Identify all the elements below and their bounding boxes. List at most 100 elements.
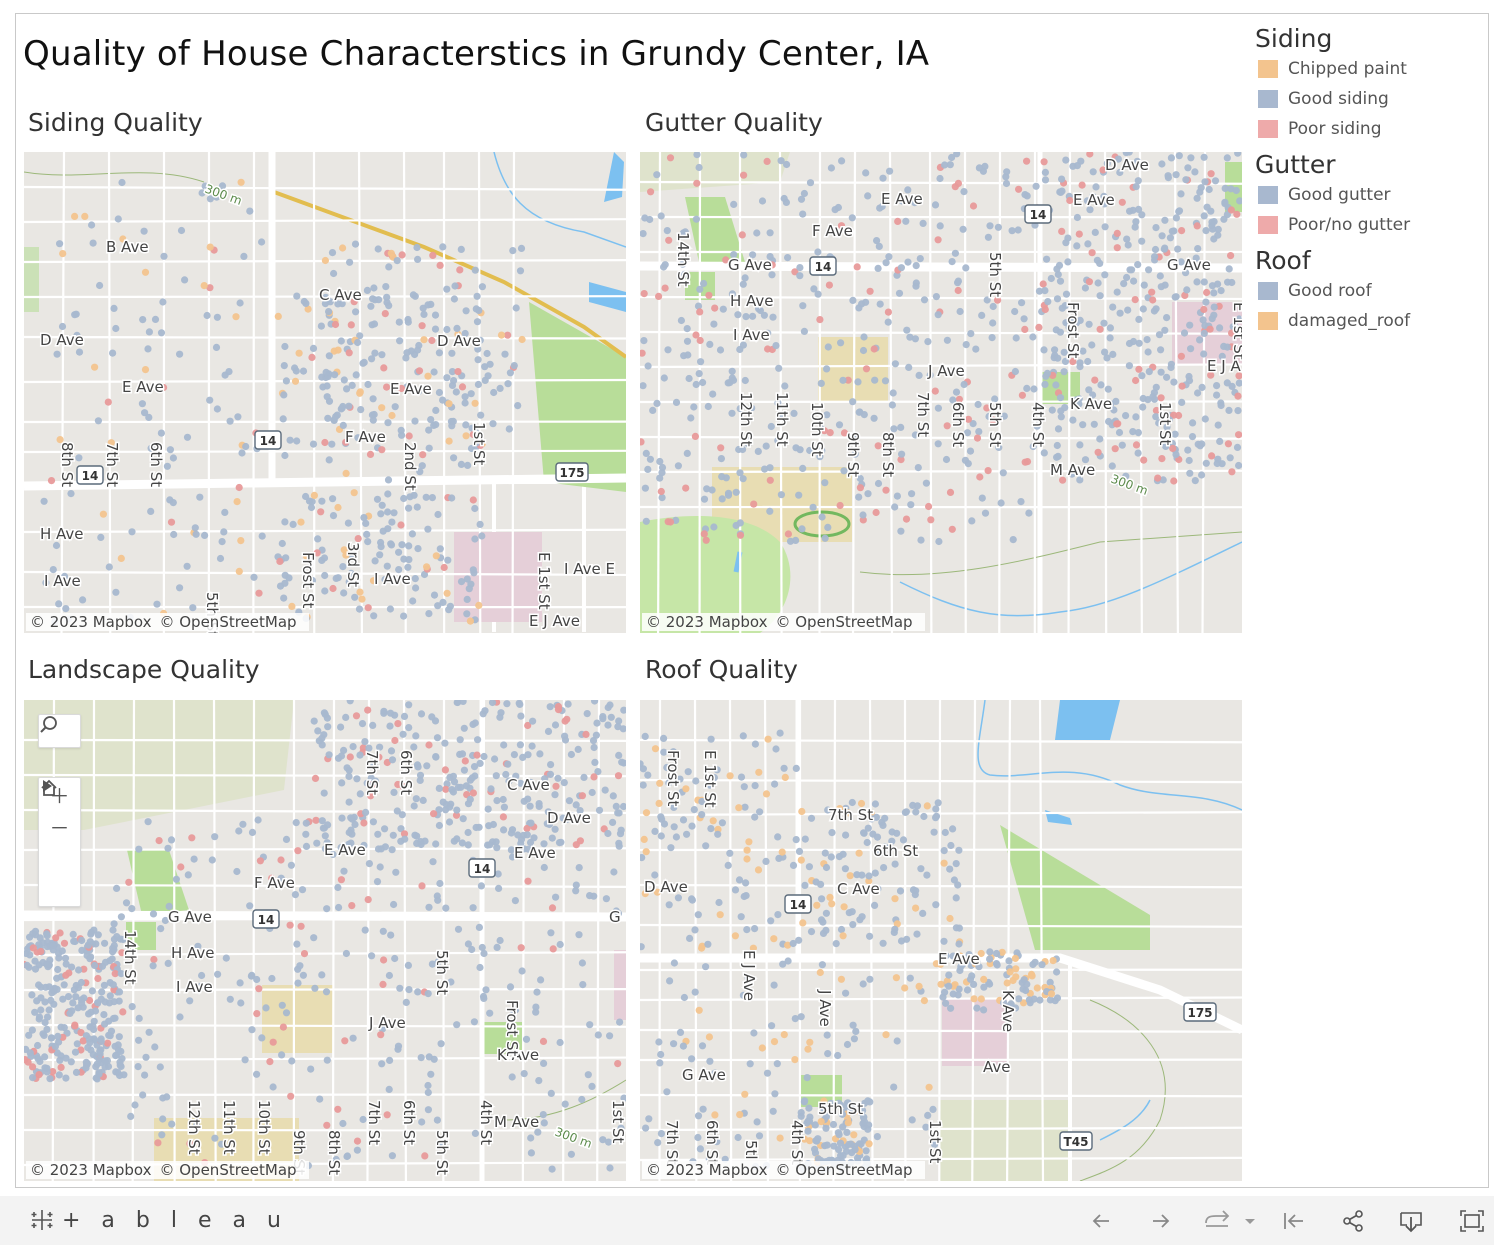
house-marker[interactable]: [967, 330, 975, 338]
house-marker[interactable]: [226, 417, 234, 425]
house-marker[interactable]: [679, 816, 688, 824]
house-marker[interactable]: [1076, 441, 1084, 449]
house-marker[interactable]: [483, 349, 491, 358]
house-marker[interactable]: [807, 814, 816, 822]
house-marker[interactable]: [988, 334, 996, 342]
house-marker[interactable]: [751, 782, 759, 790]
house-marker[interactable]: [384, 419, 392, 427]
house-marker[interactable]: [548, 1165, 556, 1173]
house-marker[interactable]: [1088, 341, 1096, 349]
house-marker[interactable]: [363, 286, 371, 294]
house-marker[interactable]: [423, 563, 431, 571]
house-marker[interactable]: [60, 939, 69, 947]
house-marker[interactable]: [310, 491, 318, 499]
house-marker[interactable]: [578, 792, 587, 800]
house-marker[interactable]: [71, 1048, 80, 1056]
house-marker[interactable]: [682, 785, 690, 793]
house-marker[interactable]: [532, 1008, 540, 1016]
house-marker[interactable]: [934, 311, 942, 319]
house-marker[interactable]: [781, 773, 789, 781]
house-marker[interactable]: [1184, 164, 1192, 172]
house-marker[interactable]: [911, 335, 919, 343]
house-marker[interactable]: [57, 1063, 65, 1071]
house-marker[interactable]: [436, 545, 444, 553]
house-marker[interactable]: [994, 223, 1002, 231]
house-marker[interactable]: [607, 713, 615, 721]
house-marker[interactable]: [586, 1021, 594, 1029]
house-marker[interactable]: [1174, 245, 1182, 253]
house-marker[interactable]: [282, 1009, 291, 1017]
house-marker[interactable]: [181, 276, 189, 284]
house-marker[interactable]: [822, 909, 830, 917]
house-marker[interactable]: [741, 376, 749, 385]
house-marker[interactable]: [1047, 990, 1056, 998]
house-marker[interactable]: [379, 980, 387, 988]
house-marker[interactable]: [320, 554, 329, 562]
house-marker[interactable]: [654, 1139, 662, 1147]
house-marker[interactable]: [385, 971, 393, 980]
house-marker[interactable]: [827, 164, 835, 172]
house-marker[interactable]: [860, 829, 868, 837]
house-marker[interactable]: [666, 154, 675, 162]
house-marker[interactable]: [400, 612, 408, 620]
revert-menu-icon[interactable]: [1240, 1207, 1260, 1235]
house-marker[interactable]: [807, 928, 816, 936]
house-marker[interactable]: [1115, 428, 1124, 437]
house-marker[interactable]: [1140, 281, 1148, 289]
house-marker[interactable]: [1235, 379, 1242, 387]
house-marker[interactable]: [1178, 382, 1186, 390]
house-marker[interactable]: [533, 988, 541, 996]
house-marker[interactable]: [516, 267, 525, 275]
house-marker[interactable]: [1185, 456, 1193, 465]
house-marker[interactable]: [112, 588, 120, 596]
house-marker[interactable]: [609, 792, 617, 800]
house-marker[interactable]: [110, 304, 118, 312]
house-marker[interactable]: [799, 464, 807, 472]
house-marker[interactable]: [467, 390, 475, 398]
house-marker[interactable]: [615, 751, 623, 759]
house-marker[interactable]: [424, 1088, 432, 1097]
house-marker[interactable]: [139, 1091, 147, 1099]
house-marker[interactable]: [999, 469, 1007, 477]
house-marker[interactable]: [640, 382, 647, 390]
osm-attribution[interactable]: © OpenStreetMap: [775, 1161, 912, 1179]
house-marker[interactable]: [203, 311, 211, 320]
house-marker[interactable]: [414, 545, 422, 553]
house-marker[interactable]: [1213, 382, 1221, 390]
house-marker[interactable]: [337, 752, 346, 760]
house-marker[interactable]: [1011, 954, 1019, 962]
house-marker[interactable]: [57, 1023, 65, 1031]
house-marker[interactable]: [708, 486, 716, 494]
house-marker[interactable]: [1125, 339, 1134, 348]
house-marker[interactable]: [115, 988, 124, 996]
house-marker[interactable]: [177, 226, 186, 235]
house-marker[interactable]: [191, 524, 199, 532]
house-marker[interactable]: [797, 856, 805, 864]
house-marker[interactable]: [750, 500, 758, 508]
house-marker[interactable]: [859, 511, 867, 519]
house-marker[interactable]: [796, 264, 804, 272]
house-marker[interactable]: [1200, 278, 1208, 286]
house-marker[interactable]: [1169, 444, 1177, 452]
house-marker[interactable]: [645, 1115, 653, 1123]
house-marker[interactable]: [814, 290, 822, 298]
house-marker[interactable]: [1198, 471, 1206, 479]
house-marker[interactable]: [1053, 968, 1061, 976]
house-marker[interactable]: [440, 563, 448, 572]
house-marker[interactable]: [109, 926, 117, 934]
house-marker[interactable]: [753, 1118, 761, 1126]
house-marker[interactable]: [922, 479, 930, 487]
mapbox-attribution[interactable]: © 2023 Mapbox: [646, 613, 767, 631]
house-marker[interactable]: [691, 926, 699, 934]
house-marker[interactable]: [1196, 188, 1204, 196]
house-marker[interactable]: [456, 736, 464, 744]
house-marker[interactable]: [1041, 305, 1049, 314]
house-marker[interactable]: [1210, 303, 1218, 311]
house-marker[interactable]: [955, 940, 963, 948]
house-marker[interactable]: [737, 773, 746, 781]
house-marker[interactable]: [427, 300, 435, 308]
house-marker[interactable]: [104, 1039, 112, 1047]
house-marker[interactable]: [1185, 372, 1193, 381]
house-marker[interactable]: [289, 520, 297, 528]
house-marker[interactable]: [105, 563, 113, 571]
